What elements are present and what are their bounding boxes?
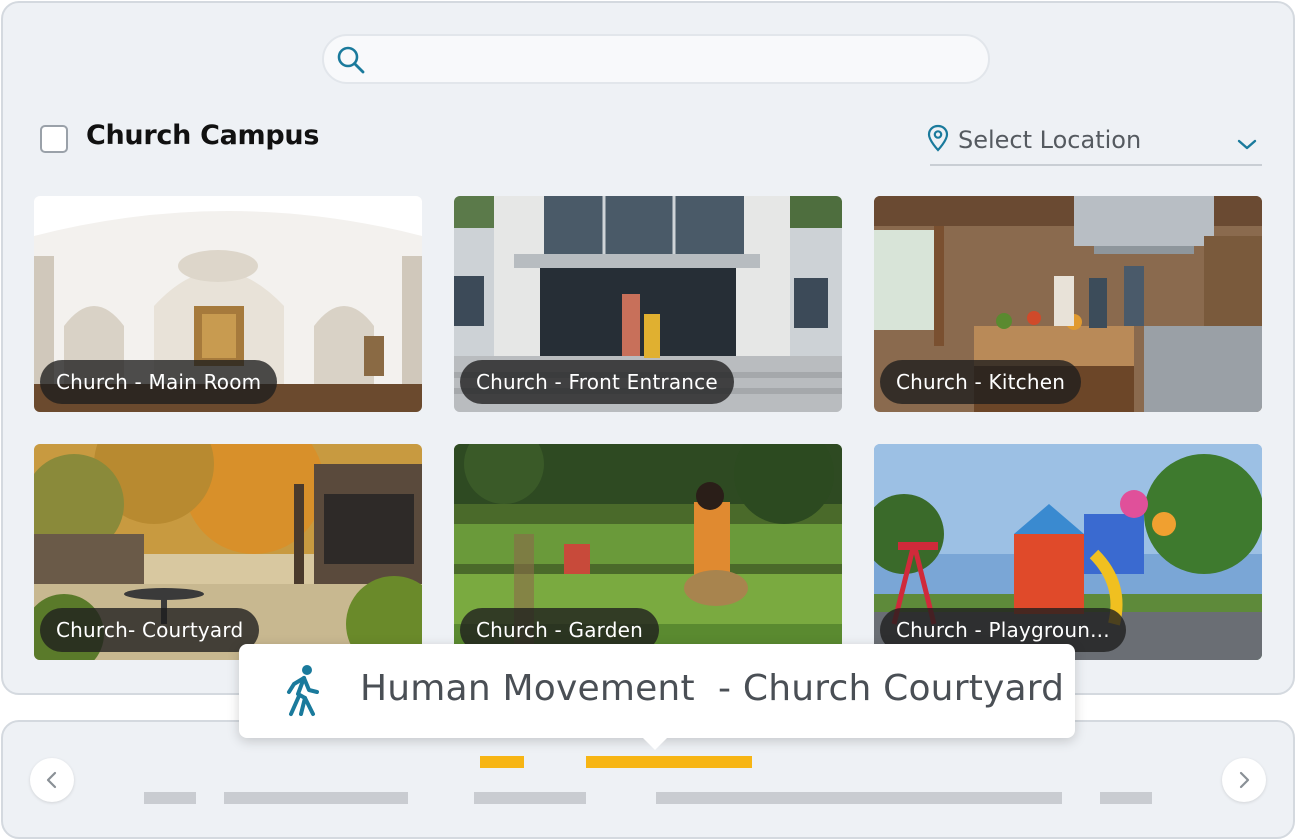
search-box[interactable] xyxy=(322,34,990,84)
timeline-event-marker-active[interactable] xyxy=(586,756,752,768)
tooltip-pointer xyxy=(641,736,669,750)
search-icon xyxy=(337,46,365,74)
walking-person-icon xyxy=(287,665,319,716)
location-card-playground[interactable]: Church - Playgroun... xyxy=(874,444,1262,660)
card-caption: Church - Kitchen xyxy=(880,360,1082,404)
location-card-main-room[interactable]: Church - Main Room xyxy=(34,196,422,412)
card-caption: Church - Front Entrance xyxy=(460,360,734,404)
timeline-next-button[interactable] xyxy=(1222,758,1266,802)
timeline-track-segment xyxy=(656,792,1062,804)
card-caption: Church- Courtyard xyxy=(40,608,260,652)
timeline-track-segment xyxy=(474,792,586,804)
timeline-track-segment xyxy=(144,792,196,804)
timeline-event-marker[interactable] xyxy=(480,756,524,768)
timeline-track-segment xyxy=(224,792,408,804)
search-input[interactable] xyxy=(376,42,976,76)
chevron-down-icon xyxy=(1237,139,1257,150)
location-card-front-entrance[interactable]: Church - Front Entrance xyxy=(454,196,842,412)
chevron-left-icon xyxy=(46,771,57,789)
chevron-right-icon xyxy=(1239,771,1250,789)
campus-checkbox[interactable] xyxy=(40,125,68,153)
location-card-kitchen[interactable]: Church - Kitchen xyxy=(874,196,1262,412)
timeline-prev-button[interactable] xyxy=(30,758,74,802)
card-caption: Church - Main Room xyxy=(40,360,278,404)
location-card-garden[interactable]: Church - Garden xyxy=(454,444,842,660)
map-pin-icon xyxy=(927,124,949,152)
campus-title: Church Campus xyxy=(86,120,320,151)
location-select-label: Select Location xyxy=(958,126,1142,154)
tooltip-text: Human Movement - Church Courtyard xyxy=(360,668,1065,709)
location-card-courtyard[interactable]: Church- Courtyard xyxy=(34,444,422,660)
event-tooltip: Human Movement - Church Courtyard xyxy=(239,644,1075,750)
timeline-track-segment xyxy=(1100,792,1152,804)
location-select[interactable]: Select Location xyxy=(927,122,1262,166)
